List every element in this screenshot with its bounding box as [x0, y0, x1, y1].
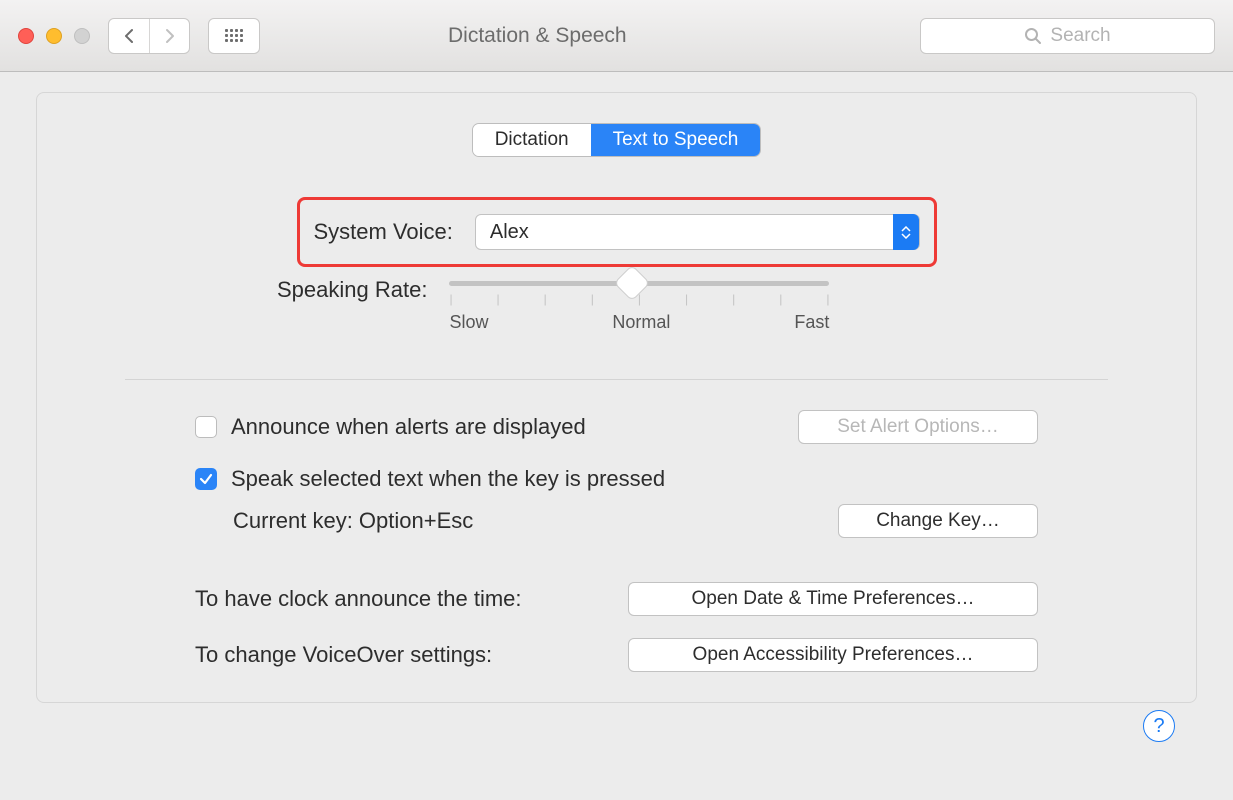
slider-track — [449, 281, 829, 286]
grid-icon — [225, 29, 243, 42]
tab-dictation[interactable]: Dictation — [473, 124, 591, 156]
set-alert-options-button: Set Alert Options… — [798, 410, 1038, 444]
search-icon — [1024, 27, 1042, 45]
slider-label-fast: Fast — [794, 312, 829, 333]
separator — [125, 379, 1108, 380]
speak-selected-row: Speak selected text when the key is pres… — [195, 466, 1196, 492]
chevron-right-icon — [164, 28, 176, 44]
help-button[interactable]: ? — [1143, 710, 1175, 742]
speak-selected-checkbox[interactable] — [195, 468, 217, 490]
change-key-button[interactable]: Change Key… — [838, 504, 1038, 538]
system-voice-row: System Voice: Alex — [297, 197, 937, 267]
clock-announce-label: To have clock announce the time: — [195, 586, 522, 612]
zoom-window-button — [74, 28, 90, 44]
voiceover-settings-row: To change VoiceOver settings: Open Acces… — [195, 638, 1038, 672]
chevron-left-icon — [123, 28, 135, 44]
system-voice-select[interactable]: Alex — [475, 214, 920, 250]
back-button[interactable] — [109, 19, 149, 53]
window-title: Dictation & Speech — [448, 24, 627, 48]
announce-alerts-checkbox[interactable] — [195, 416, 217, 438]
nav-back-forward — [108, 18, 190, 54]
tab-text-to-speech[interactable]: Text to Speech — [591, 124, 761, 156]
announce-alerts-row: Announce when alerts are displayed Set A… — [195, 410, 1038, 444]
speaking-rate-row: Speaking Rate: ||||||||| Slow Normal Fas… — [277, 275, 1196, 333]
clock-announce-row: To have clock announce the time: Open Da… — [195, 582, 1038, 616]
select-stepper-icon — [893, 214, 919, 250]
announce-alerts-label: Announce when alerts are displayed — [231, 414, 586, 440]
speak-selected-label: Speak selected text when the key is pres… — [231, 466, 665, 492]
current-key-label: Current key: Option+Esc — [233, 508, 473, 534]
slider-ticks: ||||||||| — [449, 292, 829, 306]
system-voice-label: System Voice: — [314, 219, 453, 245]
speaking-rate-label: Speaking Rate: — [277, 275, 427, 303]
content-area: Dictation Text to Speech System Voice: A… — [0, 72, 1233, 703]
slider-label-slow: Slow — [449, 312, 488, 333]
titlebar: Dictation & Speech Search — [0, 0, 1233, 72]
slider-label-normal: Normal — [612, 312, 670, 333]
search-placeholder: Search — [1050, 25, 1110, 47]
search-field[interactable]: Search — [920, 18, 1215, 54]
check-icon — [199, 472, 213, 486]
tab-bar: Dictation Text to Speech — [37, 123, 1196, 157]
show-all-button[interactable] — [208, 18, 260, 54]
window-controls — [18, 28, 90, 44]
slider-labels: Slow Normal Fast — [449, 312, 829, 333]
forward-button — [149, 19, 189, 53]
minimize-window-button[interactable] — [46, 28, 62, 44]
open-date-time-button[interactable]: Open Date & Time Preferences… — [628, 582, 1038, 616]
current-key-row: Current key: Option+Esc Change Key… — [195, 504, 1038, 538]
close-window-button[interactable] — [18, 28, 34, 44]
speaking-rate-slider[interactable]: ||||||||| Slow Normal Fast — [449, 275, 829, 333]
preferences-panel: Dictation Text to Speech System Voice: A… — [36, 92, 1197, 703]
open-accessibility-button[interactable]: Open Accessibility Preferences… — [628, 638, 1038, 672]
voiceover-settings-label: To change VoiceOver settings: — [195, 642, 492, 668]
system-voice-value: Alex — [490, 221, 529, 244]
tab-segment: Dictation Text to Speech — [472, 123, 762, 157]
